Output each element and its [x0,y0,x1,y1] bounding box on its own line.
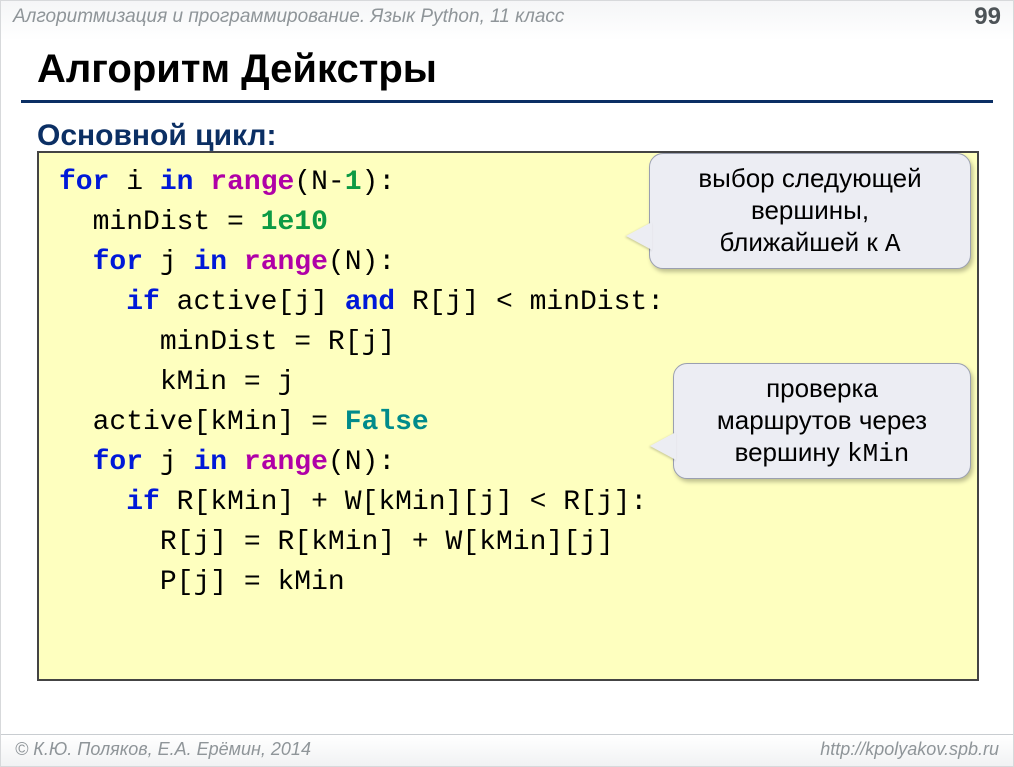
id-minDist: minDist [160,327,278,358]
id-R: R [563,487,580,518]
page-number: 99 [974,3,1001,31]
kw-if: if [126,487,160,518]
fn-range: range [244,247,328,278]
id-N: N [345,247,362,278]
slide-title: Алгоритм Дейкстры [37,47,1013,92]
id-R: R [328,327,345,358]
id-kMin: kMin [210,487,277,518]
callout2-line2: маршрутов через [717,405,927,435]
callout-select-vertex: выбор следующей вершины, ближайшей к A [649,153,971,269]
callout1-line1: выбор следующей [698,163,921,193]
id-W: W [446,527,463,558]
id-R: R [412,287,429,318]
kw-in: in [193,247,227,278]
callout2-line1: проверка [766,373,878,403]
id-j: j [446,287,463,318]
footer: © К.Ю. Поляков, Е.А. Ерёмин, 2014 http:/… [1,734,1013,766]
subtitle: Основной цикл: [37,119,1013,153]
id-kMin: kMin [479,527,546,558]
id-kMin: kMin [160,367,227,398]
id-minDist: minDist [530,287,648,318]
id-j: j [160,447,177,478]
id-j: j [580,527,597,558]
id-j: j [597,487,614,518]
num-1: 1 [345,167,362,198]
id-j: j [277,367,294,398]
title-underline [21,100,993,103]
fn-range: range [210,167,294,198]
id-kMin: kMin [378,487,445,518]
kw-for: for [93,247,143,278]
kw-in: in [193,447,227,478]
footer-url: http://kpolyakov.spb.ru [820,739,999,760]
id-N: N [345,447,362,478]
id-j: j [160,247,177,278]
callout-check-routes: проверка маршрутов через вершину kMin [673,363,971,479]
id-active: active [93,407,194,438]
callout1-line3-pre: ближайшей к [719,227,884,257]
id-j: j [193,567,210,598]
id-kMin: kMin [311,527,378,558]
callout2-line3-pre: вершину [735,437,847,467]
slide: Алгоритмизация и программирование. Язык … [0,0,1014,767]
callout1-line2: вершины, [751,195,869,225]
id-j: j [193,527,210,558]
id-minDist: minDist [93,207,211,238]
val-false: False [345,407,429,438]
callout2-line3-mono: kMin [847,439,909,469]
num-1e10: 1e10 [261,207,328,238]
kw-in: in [160,167,194,198]
id-N: N [311,167,328,198]
id-j: j [294,287,311,318]
id-W: W [345,487,362,518]
course-name: Алгоритмизация и программирование. Язык … [13,6,564,28]
fn-range: range [244,447,328,478]
id-kMin: kMin [277,567,344,598]
kw-for: for [93,447,143,478]
id-i: i [126,167,143,198]
id-R: R [160,527,177,558]
kw-if: if [126,287,160,318]
id-P: P [160,567,177,598]
id-kMin: kMin [210,407,277,438]
id-R: R [177,487,194,518]
kw-and: and [345,287,395,318]
id-j: j [479,487,496,518]
footer-authors: © К.Ю. Поляков, Е.А. Ерёмин, 2014 [15,739,311,760]
top-bar: Алгоритмизация и программирование. Язык … [1,1,1013,29]
kw-for: for [59,167,109,198]
callout1-line3-mono: A [885,229,901,259]
id-j: j [362,327,379,358]
id-R: R [277,527,294,558]
id-active: active [177,287,278,318]
